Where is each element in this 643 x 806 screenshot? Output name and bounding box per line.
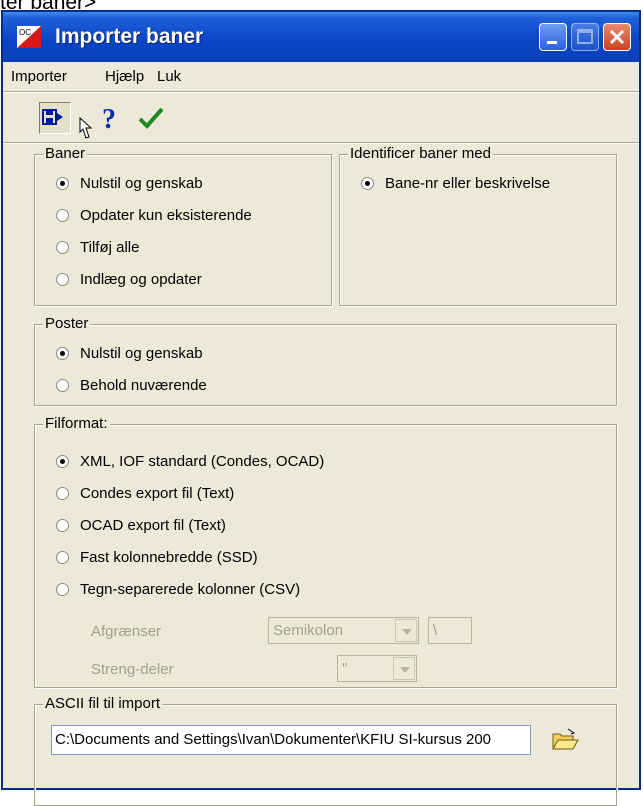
title-bar[interactable]: OC Importer baner [3,12,639,62]
radio-button[interactable] [56,379,69,392]
radio-button[interactable] [56,241,69,254]
fileformat-group: Filformat: XML, IOF standard (Condes, OC… [34,415,617,688]
chevron-down-icon[interactable] [393,657,415,680]
menu-hjaelp[interactable]: Hjælp [105,68,144,85]
maximize-icon [577,29,593,44]
svg-text:?: ? [102,104,116,134]
maximize-button[interactable] [571,23,599,51]
radio-button[interactable] [56,177,69,190]
app-logo-icon: OC [17,26,41,48]
toolbar-divider [3,142,639,144]
radio-button[interactable] [361,177,374,190]
close-icon [609,29,625,45]
identify-group-label: Identificer baner med [348,145,493,162]
identify-group: Identificer baner med Bane-nr eller besk… [339,145,617,306]
menu-luk[interactable]: Luk [157,68,181,85]
baner-group-label: Baner [43,145,88,162]
radio-button[interactable] [56,487,69,500]
import-dialog: OC Importer baner Importer Hjælp Luk ? B… [1,10,641,806]
ascii-file-group-label: ASCII fil til import [43,695,163,712]
mouse-cursor-icon [79,116,93,139]
file-path-input[interactable]: C:\Documents and Settings\Ivan\Dokumente… [51,725,531,755]
import-arrow-icon [42,109,63,125]
radio-button[interactable] [56,551,69,564]
minimize-button[interactable] [539,23,567,51]
radio-button[interactable] [56,583,69,596]
toolbar: ? [3,92,639,140]
menu-importer[interactable]: Importer [11,68,67,85]
radio-button[interactable] [56,209,69,222]
menu-bar: Importer Hjælp Luk [3,62,639,90]
svg-text:OC: OC [19,28,31,37]
import-button[interactable] [39,102,71,134]
fileformat-group-label: Filformat: [43,415,110,432]
delimiter-select[interactable]: Semikolon [268,617,419,644]
poster-group: Poster Nulstil og genskab Behold nuværen… [34,315,617,406]
close-button[interactable] [603,23,631,51]
radio-button[interactable] [56,455,69,468]
ok-button[interactable] [135,102,167,134]
radio-button[interactable] [56,519,69,532]
escape-field[interactable]: \ [428,617,472,644]
checkmark-icon [138,107,164,129]
string-delimiter-select[interactable]: " [337,655,417,682]
poster-group-label: Poster [43,315,91,332]
chevron-down-icon[interactable] [395,619,417,642]
radio-button[interactable] [56,347,69,360]
baner-group: Baner Nulstil og genskab Opdater kun eks… [34,145,332,306]
string-delimiter-label: Streng-deler [91,661,174,678]
minimize-icon [547,41,557,44]
open-folder-icon [552,728,579,750]
browse-button[interactable] [549,724,581,756]
help-button[interactable]: ? [93,102,125,135]
radio-button[interactable] [56,273,69,286]
help-icon: ? [102,104,116,135]
window-title: Importer baner [55,25,204,48]
delimiter-label: Afgrænser [91,623,162,640]
ascii-file-group: ASCII fil til import C:\Documents and Se… [34,695,617,806]
